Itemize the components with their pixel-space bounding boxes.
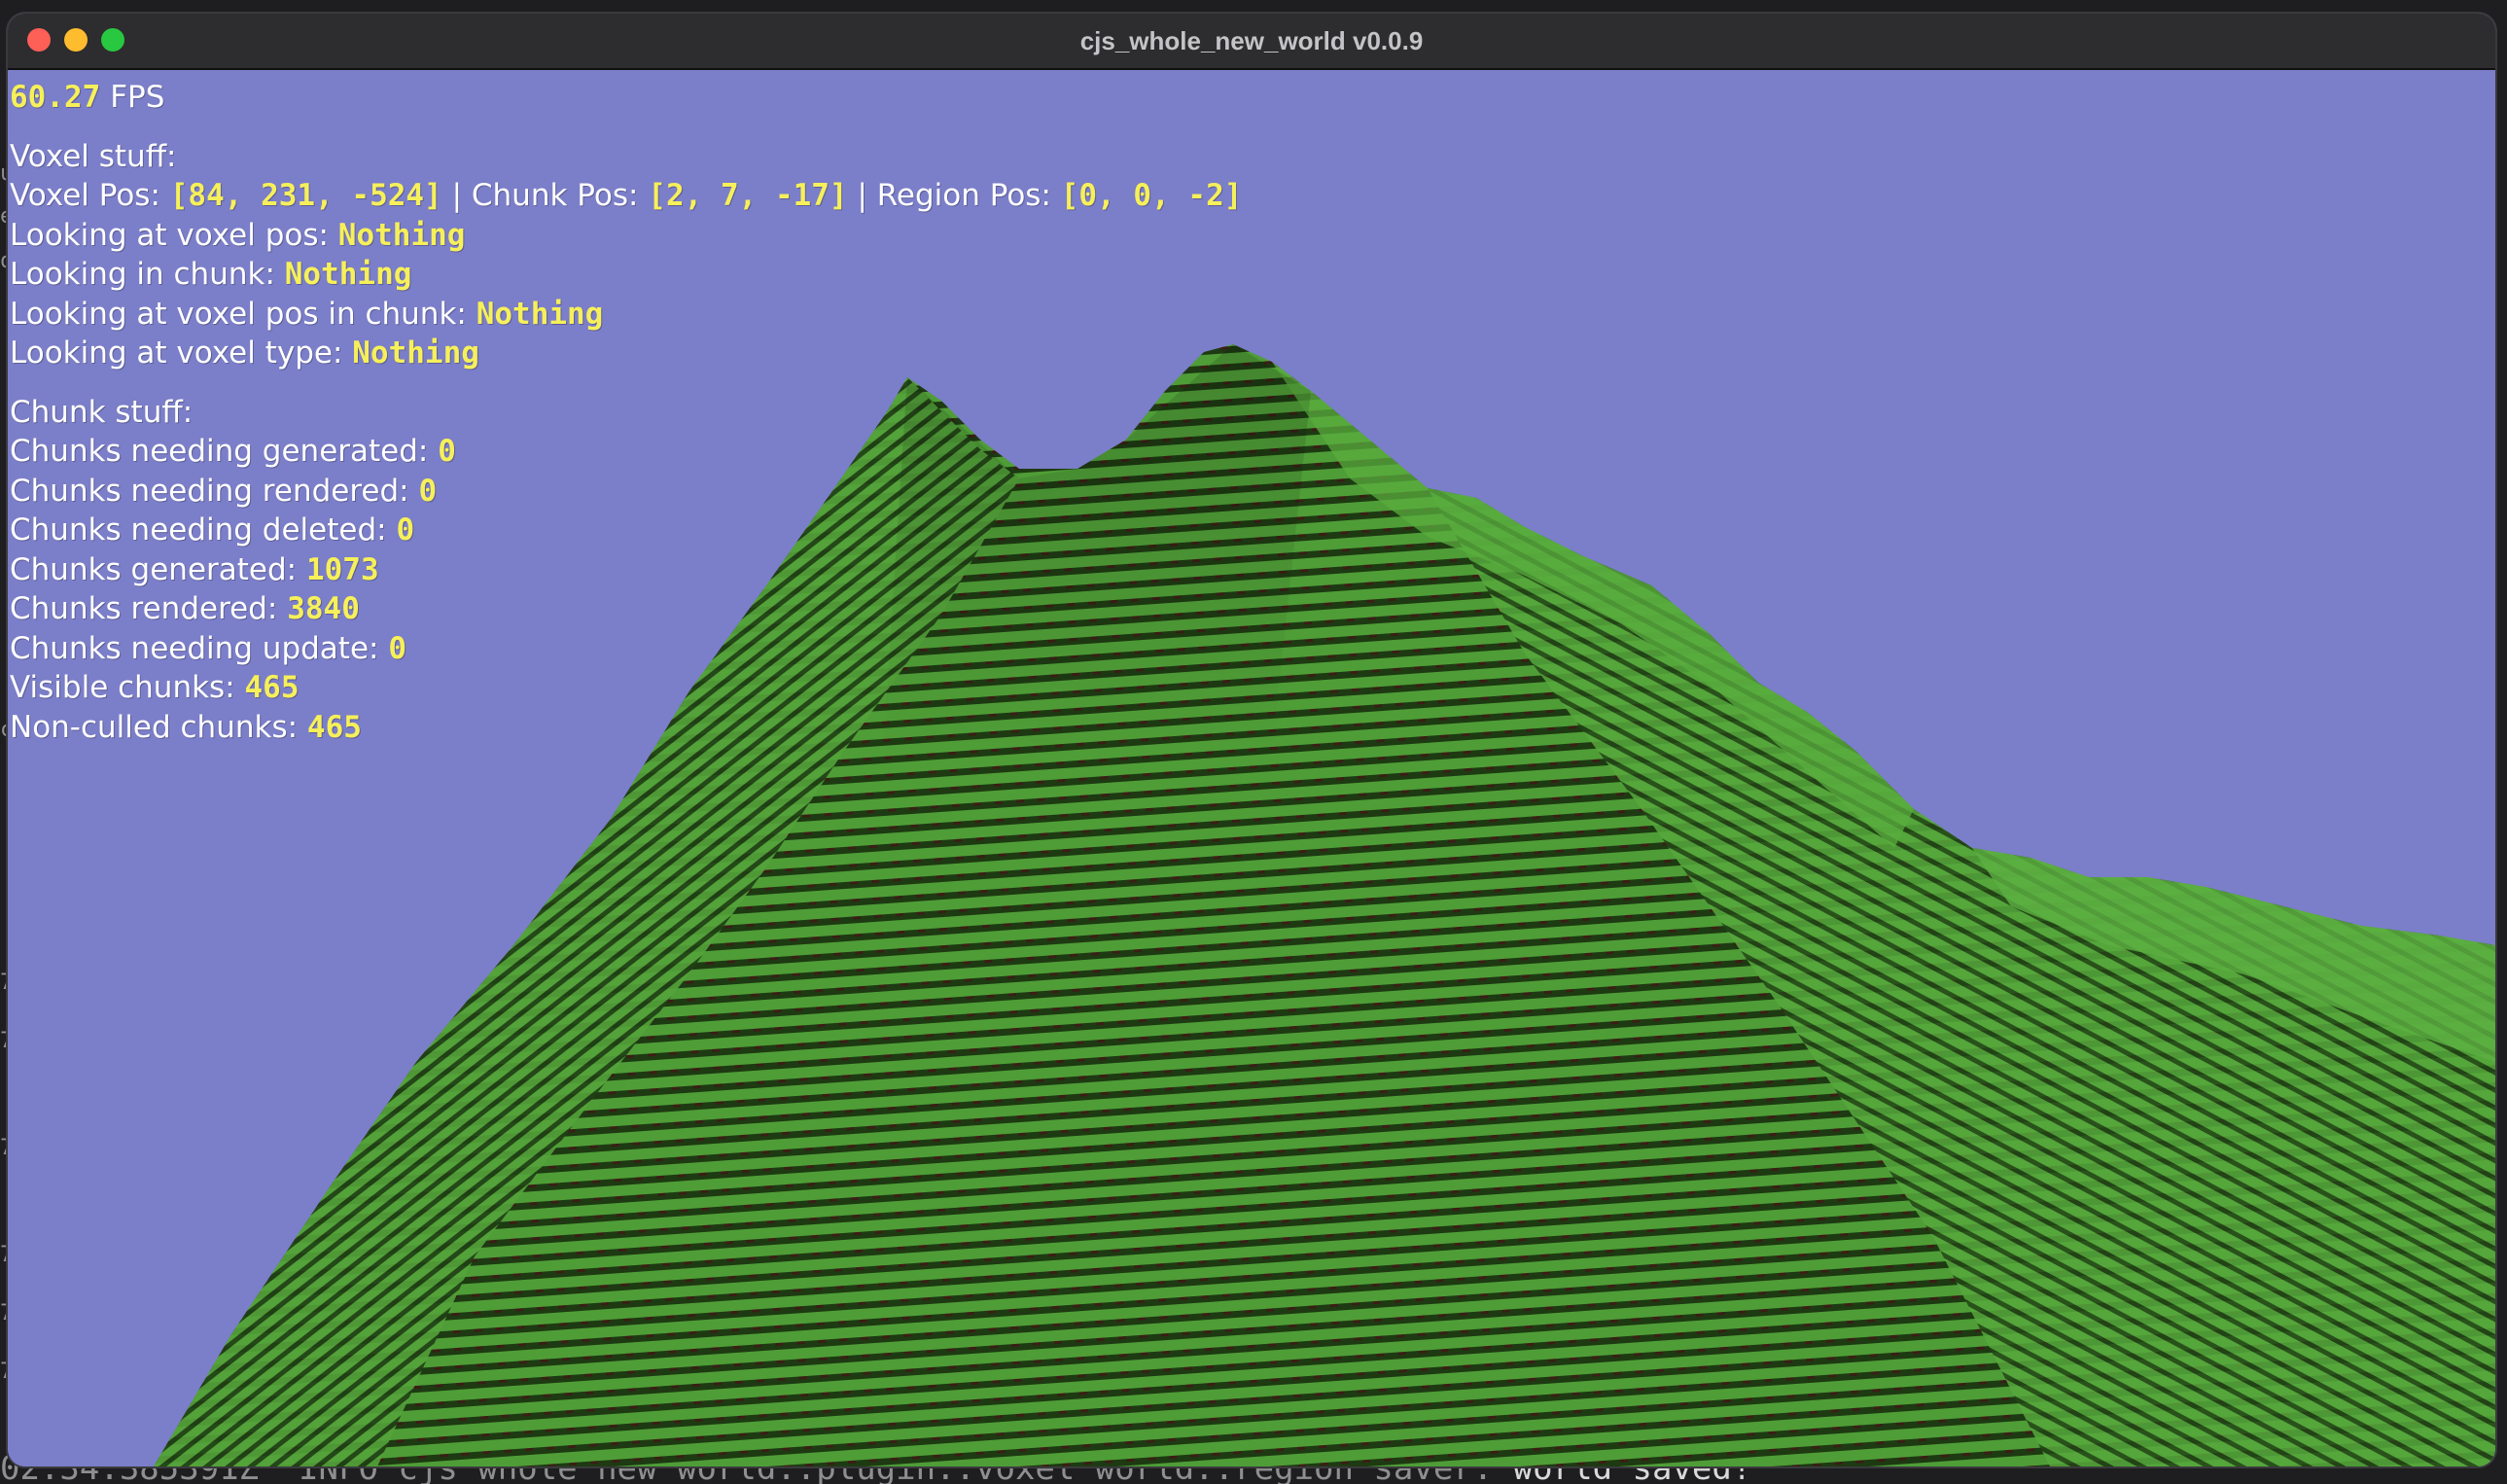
- looking-voxel-pos-chunk-label: Looking at voxel pos in chunk:: [10, 296, 467, 332]
- chunks-generated-row: Chunks generated: 1073: [10, 550, 1242, 590]
- chunks-needing-update-row: Chunks needing update: 0: [10, 629, 1242, 669]
- fps-label: FPS: [110, 80, 165, 115]
- desktop: u e o c 7 7 7 7 7 7 02:34.385391Z INFO c…: [0, 0, 2507, 1484]
- voxel-section-header: Voxel stuff:: [10, 138, 177, 174]
- non-culled-chunks-row: Non-culled chunks: 465: [10, 708, 1242, 748]
- looking-voxel-type-label: Looking at voxel type:: [10, 336, 343, 371]
- looking-voxel-pos-value: Nothing: [337, 217, 466, 253]
- looking-chunk-value: Nothing: [284, 257, 412, 292]
- chunks-generated-label: Chunks generated:: [10, 551, 298, 587]
- chunks-generated-value: 1073: [305, 551, 379, 587]
- looking-voxel-pos-row: Looking at voxel pos: Nothing: [10, 216, 1242, 256]
- window-title: cjs_whole_new_world v0.0.9: [1079, 26, 1424, 55]
- chunks-needing-update-label: Chunks needing update:: [10, 630, 379, 666]
- chunks-rendered-value: 3840: [287, 591, 360, 626]
- chunks-needing-generated-label: Chunks needing generated:: [10, 434, 429, 469]
- region-pos-value: [0, 0, -2]: [1060, 178, 1243, 213]
- looking-voxel-pos-chunk-row: Looking at voxel pos in chunk: Nothing: [10, 295, 1242, 335]
- visible-chunks-row: Visible chunks: 465: [10, 668, 1242, 708]
- chunks-needing-rendered-label: Chunks needing rendered:: [10, 473, 409, 509]
- chunks-rendered-row: Chunks rendered: 3840: [10, 589, 1242, 629]
- non-culled-chunks-label: Non-culled chunks:: [10, 709, 299, 745]
- looking-voxel-type-value: Nothing: [352, 336, 479, 371]
- game-viewport[interactable]: 60.27 FPS Voxel stuff: Voxel Pos: [84, 2…: [8, 70, 2495, 1466]
- looking-chunk-row: Looking in chunk: Nothing: [10, 255, 1242, 295]
- chunks-needing-deleted-value: 0: [396, 512, 415, 548]
- chunks-needing-rendered-row: Chunks needing rendered: 0: [10, 472, 1242, 512]
- looking-voxel-pos-label: Looking at voxel pos:: [10, 217, 329, 253]
- app-window: cjs_whole_new_world v0.0.9 60.27 FPS Vox…: [8, 14, 2495, 1466]
- fps-value: 60.27: [10, 80, 101, 115]
- looking-voxel-pos-chunk-value: Nothing: [476, 296, 604, 332]
- visible-chunks-label: Visible chunks:: [10, 670, 235, 705]
- chunks-needing-generated-row: Chunks needing generated: 0: [10, 432, 1242, 472]
- visible-chunks-value: 465: [244, 670, 300, 705]
- chunks-needing-update-value: 0: [388, 630, 407, 666]
- chunks-needing-deleted-row: Chunks needing deleted: 0: [10, 511, 1242, 550]
- chunks-needing-deleted-label: Chunks needing deleted:: [10, 512, 387, 548]
- looking-voxel-type-row: Looking at voxel type: Nothing: [10, 334, 1242, 373]
- debug-overlay: 60.27 FPS Voxel stuff: Voxel Pos: [84, 2…: [10, 78, 1242, 747]
- chunks-needing-rendered-value: 0: [418, 473, 438, 509]
- chunk-section-header: Chunk stuff:: [10, 394, 194, 430]
- voxel-pos-label: Voxel Pos:: [10, 178, 160, 213]
- position-readout: Voxel Pos: [84, 231, -524] | Chunk Pos: …: [10, 176, 1242, 216]
- title-bar[interactable]: cjs_whole_new_world v0.0.9: [8, 14, 2495, 70]
- non-culled-chunks-value: 465: [306, 709, 362, 745]
- chunks-rendered-label: Chunks rendered:: [10, 591, 278, 626]
- voxel-pos-value: [84, 231, -524]: [169, 178, 442, 213]
- region-pos-label: | Region Pos:: [857, 178, 1051, 213]
- chunks-needing-generated-value: 0: [438, 434, 456, 469]
- chunk-pos-value: [2, 7, -17]: [648, 178, 848, 213]
- chunk-pos-label: | Chunk Pos:: [451, 178, 639, 213]
- looking-chunk-label: Looking in chunk:: [10, 257, 275, 292]
- fps-readout: 60.27 FPS: [10, 78, 1242, 118]
